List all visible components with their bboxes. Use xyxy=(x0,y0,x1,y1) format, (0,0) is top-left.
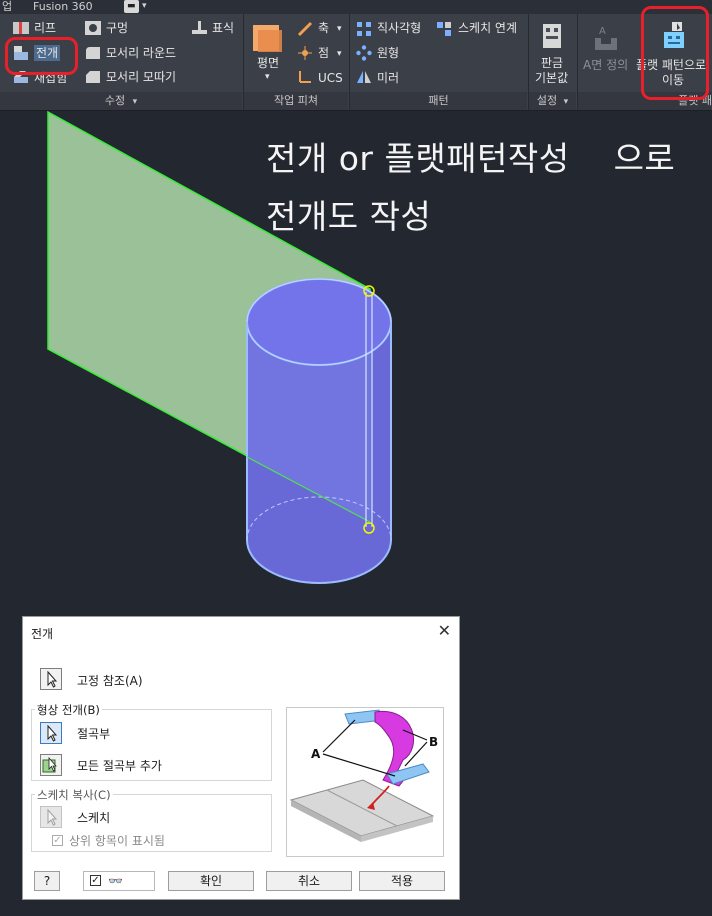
modify-group-label: 수정 xyxy=(104,94,126,107)
add-all-bends-button[interactable] xyxy=(40,754,62,776)
rectangular-pattern-button[interactable]: 직사각형 xyxy=(377,20,421,36)
corner-round-button[interactable]: 모서리 라운드 xyxy=(106,45,176,61)
a-side-definition-button[interactable]: A면 정의 xyxy=(583,57,628,73)
work-features-group-label: 작업 피쳐 xyxy=(274,94,318,107)
sketches-selector[interactable] xyxy=(40,806,62,828)
flat-pattern-highlight-annotation xyxy=(641,6,709,100)
bends-selector[interactable] xyxy=(40,722,62,744)
point-dropdown-icon[interactable]: ▾ xyxy=(337,46,342,62)
preview-label-a: A xyxy=(311,747,321,761)
parent-visible-label: 상위 항목이 표시됨 xyxy=(69,834,165,848)
rip-icon xyxy=(13,22,29,34)
corner-chamfer-icon xyxy=(86,71,100,83)
help-button[interactable]: ? xyxy=(34,871,60,891)
panel-dropdown-icon[interactable]: ▾ xyxy=(142,0,147,13)
modify-dropdown-icon: ▾ xyxy=(132,97,138,107)
setup-group-bar[interactable]: 설정 ▾ xyxy=(529,92,576,110)
annotation-line-2: 전개도 작성 xyxy=(266,197,432,236)
rectangular-pattern-icon xyxy=(357,22,371,36)
ucs-icon xyxy=(299,71,311,83)
circular-pattern-button[interactable]: 원형 xyxy=(377,45,399,61)
fixed-reference-label: 고정 참조(A) xyxy=(77,674,143,688)
dialog-title: 전개 xyxy=(31,627,54,641)
annotation-line-1: 전개 or 플랫패턴작성 으로 xyxy=(266,139,676,178)
mirror-button[interactable]: 미러 xyxy=(377,70,399,86)
help-icon: ? xyxy=(43,874,51,888)
pattern-group-label: 패턴 xyxy=(428,94,449,107)
cursor-arrow-icon xyxy=(47,724,58,742)
unfold-dialog: 전개 ✕ 고정 참조(A) 형상 전개(B) 절곡부 모든 절곡부 추가 스케치… xyxy=(22,616,460,900)
title-bar: 업 Fusion 360 ▬ ▾ xyxy=(0,0,712,14)
mark-icon xyxy=(192,21,207,34)
sketches-label: 스케치 xyxy=(77,811,111,825)
preview-toggle[interactable]: ✓ 👓 xyxy=(83,871,155,891)
glasses-icon: 👓 xyxy=(108,874,123,888)
parent-visible-checkbox[interactable]: ✓ xyxy=(52,835,63,846)
modify-group-bar[interactable]: 수정 ▾ xyxy=(0,92,242,110)
panel-toggle-icon[interactable]: ▬ xyxy=(124,0,139,13)
circular-pattern-icon xyxy=(356,45,372,61)
mirror-icon xyxy=(357,71,371,83)
apply-button[interactable]: 적용 xyxy=(359,871,445,891)
hole-icon xyxy=(85,21,101,35)
shape-unfold-legend: 형상 전개(B) xyxy=(35,702,102,718)
plane-icon xyxy=(253,25,282,52)
svg-text:A: A xyxy=(599,26,606,37)
a-side-icon: A xyxy=(595,26,617,50)
axis-icon xyxy=(297,21,313,37)
rip-button[interactable]: 리프 xyxy=(34,20,56,36)
preview-label-b: B xyxy=(429,735,438,749)
setup-group-label: 설정 xyxy=(536,94,558,107)
axis-button[interactable]: 축 xyxy=(318,20,329,36)
hole-button[interactable]: 구멍 xyxy=(106,20,128,36)
point-button[interactable]: 점 xyxy=(318,45,329,61)
corner-chamfer-button[interactable]: 모서리 모따기 xyxy=(106,69,176,85)
add-all-bends-icon xyxy=(42,756,57,773)
axis-dropdown-icon[interactable]: ▾ xyxy=(337,21,342,37)
work-features-group-bar: 작업 피쳐 xyxy=(244,92,348,110)
cursor-arrow-icon xyxy=(47,808,58,826)
close-icon[interactable]: ✕ xyxy=(438,621,451,640)
cancel-button[interactable]: 취소 xyxy=(266,871,352,891)
sketch-link-pattern-button[interactable]: 스케치 연계 xyxy=(458,20,517,36)
sheet-metal-defaults-button[interactable]: 판금 xyxy=(541,55,563,71)
add-all-bends-label: 모든 절곡부 추가 xyxy=(77,759,162,773)
point-icon xyxy=(298,46,312,60)
ucs-button[interactable]: UCS xyxy=(318,70,343,86)
unfold-preview-image: A B xyxy=(286,707,444,857)
cursor-arrow-icon xyxy=(47,670,58,688)
mark-button[interactable]: 표식 xyxy=(212,20,234,36)
plane-dropdown-icon[interactable]: ▾ xyxy=(265,69,270,85)
ok-button[interactable]: 확인 xyxy=(168,871,254,891)
tab-fragment[interactable]: 업 xyxy=(2,0,12,13)
sketch-copy-legend: 스케치 복사(C) xyxy=(35,787,113,803)
sheet-metal-defaults-label-line2: 기본값 xyxy=(535,71,569,85)
sheet-metal-defaults-icon xyxy=(543,24,561,48)
pattern-group-bar: 패턴 xyxy=(350,92,527,110)
unfold-highlight-annotation xyxy=(5,37,78,75)
bends-label: 절곡부 xyxy=(77,727,111,741)
fixed-reference-selector[interactable] xyxy=(40,668,62,690)
preview-checkbox[interactable]: ✓ xyxy=(90,875,101,886)
ribbon: 리프 전개 재접힘 구멍 모서리 라운드 모서리 모따기 표식 수정 ▾ 평면 … xyxy=(0,6,712,111)
cylinder-top-face[interactable] xyxy=(246,278,392,366)
corner-round-icon xyxy=(86,47,100,59)
sketch-link-pattern-icon xyxy=(437,22,451,36)
setup-dropdown-icon: ▾ xyxy=(563,97,569,107)
tab-fusion360[interactable]: Fusion 360 xyxy=(33,0,93,13)
